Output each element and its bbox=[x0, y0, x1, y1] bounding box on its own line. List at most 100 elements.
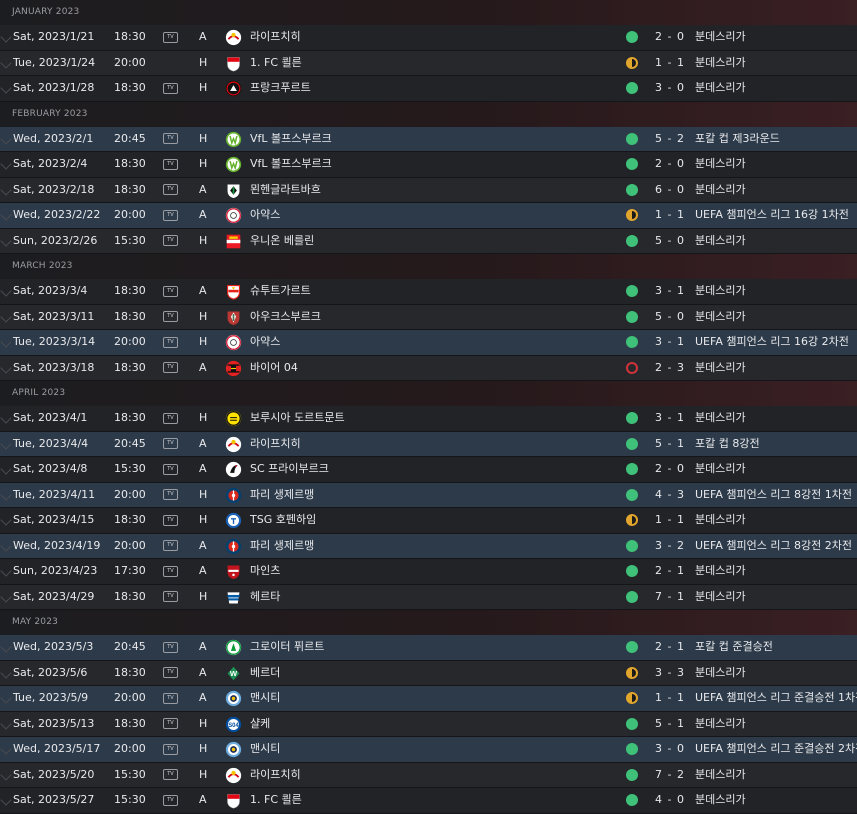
opponent-name[interactable]: 헤르타 bbox=[250, 585, 280, 609]
competition-name[interactable]: UEFA 챔피언스 리그 16강 2차전 bbox=[695, 330, 849, 354]
checkmark-icon bbox=[0, 692, 12, 704]
opponent-name[interactable]: 보루시아 도르트문트 bbox=[250, 406, 345, 430]
match-score: 3 - 1 bbox=[655, 411, 685, 424]
match-time: 18:30 bbox=[114, 182, 146, 196]
competition-name[interactable]: 분데스리가 bbox=[695, 585, 746, 609]
result-L-icon bbox=[626, 361, 638, 374]
opponent-name[interactable]: SC 프라이부르크 bbox=[250, 457, 329, 481]
match-score: 1 - 1 bbox=[655, 691, 685, 704]
fixture-row[interactable]: Tue, 2023/5/9 20:00 TV A 맨시티 1 - 1 UEFA 챔피언스 리… bbox=[0, 686, 857, 712]
opponent-name[interactable]: 아약스 bbox=[250, 203, 280, 227]
fixture-row[interactable]: Wed, 2023/4/19 20:00 TV A 파리 생제르맹 3 - 2 UEFA 챔… bbox=[0, 533, 857, 559]
venue-indicator: H bbox=[199, 767, 208, 781]
match-time: 18:30 bbox=[114, 411, 146, 424]
result-W-icon bbox=[626, 285, 638, 297]
tv-broadcast-icon: TV bbox=[163, 686, 178, 710]
competition-name[interactable]: 포칼 컵 8강전 bbox=[695, 432, 760, 456]
fixture-row[interactable]: Sat, 2023/2/4 18:30 TV H VfL 볼프스부르크 2 - 0 분데스리… bbox=[0, 152, 857, 178]
competition-name[interactable]: UEFA 챔피언스 리그 8강전 2차전 bbox=[695, 534, 852, 558]
competition-name[interactable]: 분데스리가 bbox=[695, 661, 746, 685]
fixture-row[interactable]: Tue, 2023/3/14 20:00 TV H 아약스 3 - 1 UEFA 챔피언스 … bbox=[0, 330, 857, 356]
fixture-row[interactable]: Sat, 2023/3/4 18:30 TV A 슈투트가르트 3 - 1 분데스리가 bbox=[0, 279, 857, 305]
fixture-row[interactable]: Wed, 2023/5/3 20:45 TV A 그로이터 퓌르트 2 - 1 포칼 컵 준… bbox=[0, 635, 857, 661]
fixture-row[interactable]: Wed, 2023/2/1 20:45 TV H VfL 볼프스부르크 5 - 2 포칼 컵… bbox=[0, 126, 857, 152]
fixture-row[interactable]: Sat, 2023/5/6 18:30 TV A W 베르더 3 - 3 분데스리가 bbox=[0, 660, 857, 686]
competition-name[interactable]: UEFA 챔피언스 리그 준결승전 1차전 bbox=[695, 686, 857, 710]
opponent-name[interactable]: 묀헨글라트바흐 bbox=[250, 178, 321, 202]
opponent-name[interactable]: 아약스 bbox=[250, 330, 280, 354]
fixture-row[interactable]: Sat, 2023/5/20 15:30 TV H 라이프치히 7 - 2 분데스리가 bbox=[0, 762, 857, 788]
opponent-name[interactable]: 맨시티 bbox=[250, 737, 280, 761]
fixture-row[interactable]: Sat, 2023/5/13 18:30 TV H S04 샬케 5 - 1 분데스리가 bbox=[0, 711, 857, 737]
competition-name[interactable]: 분데스리가 bbox=[695, 508, 746, 532]
competition-name[interactable]: 분데스리가 bbox=[695, 152, 746, 176]
opponent-name[interactable]: 슈투트가르트 bbox=[250, 279, 311, 303]
fixture-row[interactable]: Sat, 2023/3/11 18:30 TV H 아우크스부르크 5 - 0 분데스리가 bbox=[0, 304, 857, 330]
match-score: 3 - 0 bbox=[655, 81, 685, 94]
opponent-name[interactable]: 우니온 베를린 bbox=[250, 229, 314, 253]
fixture-row[interactable]: Tue, 2023/4/4 20:45 TV A 라이프치히 5 - 1 포칼 컵 8강전 bbox=[0, 431, 857, 457]
opponent-name[interactable]: 파리 생제르맹 bbox=[250, 483, 314, 507]
opponent-name[interactable]: 라이프치히 bbox=[250, 763, 301, 787]
competition-name[interactable]: UEFA 챔피언스 리그 16강 1차전 bbox=[695, 203, 849, 227]
competition-name[interactable]: 포칼 컵 제3라운드 bbox=[695, 127, 780, 151]
match-score: 3 - 2 bbox=[655, 538, 685, 552]
competition-name[interactable]: 분데스리가 bbox=[695, 406, 746, 430]
competition-name[interactable]: 분데스리가 bbox=[695, 559, 746, 583]
opponent-name[interactable]: 마인츠 bbox=[250, 559, 280, 583]
opponent-name[interactable]: 베르더 bbox=[250, 661, 280, 685]
competition-name[interactable]: 분데스리가 bbox=[695, 457, 746, 481]
competition-name[interactable]: 분데스리가 bbox=[695, 305, 746, 329]
opponent-name[interactable]: 라이프치히 bbox=[250, 432, 301, 456]
opponent-name[interactable]: TSG 호펜하임 bbox=[250, 508, 316, 532]
fixture-row[interactable]: Sat, 2023/4/15 18:30 TV H TSG 호펜하임 1 - 1 분데스리가 bbox=[0, 508, 857, 534]
opponent-name[interactable]: 라이프치히 bbox=[250, 25, 301, 49]
match-date: Sat, 2023/3/4 bbox=[13, 284, 88, 297]
match-score: 3 - 3 bbox=[655, 665, 685, 679]
fixture-row[interactable]: Sat, 2023/4/8 15:30 TV A SC 프라이부르크 2 - 0 분데스리가 bbox=[0, 457, 857, 483]
fixture-row[interactable]: Tue, 2023/1/24 20:00 H 1. FC 쾰른 1 - 1 분데스리가 bbox=[0, 50, 857, 76]
competition-name[interactable]: 분데스리가 bbox=[695, 763, 746, 787]
fixture-row[interactable]: Sun, 2023/2/26 15:30 TV H 우니온 베를린 5 - 0 분데스리가 bbox=[0, 228, 857, 254]
competition-name[interactable]: 분데스리가 bbox=[695, 178, 746, 202]
competition-name[interactable]: 분데스리가 bbox=[695, 51, 746, 75]
competition-name[interactable]: 분데스리가 bbox=[695, 788, 746, 812]
fixture-row[interactable]: Tue, 2023/4/11 20:00 TV H 파리 생제르맹 4 - 3 UEFA 챔… bbox=[0, 482, 857, 508]
fixture-row[interactable]: Sat, 2023/3/18 18:30 TV A 바이어 04 2 - 3 분데스리가 bbox=[0, 355, 857, 381]
competition-name[interactable]: UEFA 챔피언스 리그 8강전 1차전 bbox=[695, 483, 852, 507]
competition-name[interactable]: 분데스리가 bbox=[695, 279, 746, 303]
competition-name[interactable]: 분데스리가 bbox=[695, 356, 746, 380]
opponent-name[interactable]: 1. FC 쾰른 bbox=[250, 788, 302, 812]
fixture-row[interactable]: Sat, 2023/2/18 18:30 TV A 묀헨글라트바흐 6 - 0 분데스리가 bbox=[0, 177, 857, 203]
competition-name[interactable]: 분데스리가 bbox=[695, 712, 746, 736]
competition-name[interactable]: 분데스리가 bbox=[695, 229, 746, 253]
fixture-row[interactable]: Sat, 2023/1/28 18:30 TV H 프랑크푸르트 3 - 0 분데스리가 bbox=[0, 76, 857, 102]
competition-name[interactable]: 분데스리가 bbox=[695, 25, 746, 49]
opponent-name[interactable]: VfL 볼프스부르크 bbox=[250, 127, 332, 151]
checkmark-icon bbox=[0, 132, 12, 145]
fixture-row[interactable]: Sat, 2023/4/1 18:30 TV H 보루시아 도르트문트 3 - 1 분데스리… bbox=[0, 406, 857, 432]
venue-indicator: H bbox=[199, 55, 208, 69]
competition-name[interactable]: UEFA 챔피언스 리그 준결승전 2차전 bbox=[695, 737, 857, 761]
tv-broadcast-icon: TV bbox=[163, 305, 178, 329]
svg-text:W: W bbox=[230, 669, 238, 678]
fixture-row[interactable]: Wed, 2023/2/22 20:00 TV A 아약스 1 - 1 UEFA 챔피언스 … bbox=[0, 203, 857, 229]
opponent-name[interactable]: 1. FC 쾰른 bbox=[250, 51, 302, 75]
match-score: 5 - 1 bbox=[655, 716, 685, 730]
opponent-name[interactable]: 아우크스부르크 bbox=[250, 305, 321, 329]
opponent-name[interactable]: 프랑크푸르트 bbox=[250, 76, 311, 100]
opponent-name[interactable]: 그로이터 퓌르트 bbox=[250, 635, 324, 659]
fixture-row[interactable]: Sat, 2023/4/29 18:30 TV H 헤르타 7 - 1 분데스리가 bbox=[0, 584, 857, 610]
fixture-row[interactable]: Sat, 2023/1/21 18:30 TV A 라이프치히 2 - 0 분데스리가 bbox=[0, 25, 857, 51]
opponent-name[interactable]: 바이어 04 bbox=[250, 356, 298, 380]
fixture-row[interactable]: Wed, 2023/5/17 20:00 TV H 맨시티 3 - 0 UEFA 챔피언스 … bbox=[0, 737, 857, 763]
opponent-name[interactable]: 샬케 bbox=[250, 712, 270, 736]
koln-crest-icon bbox=[225, 55, 242, 72]
fixture-row[interactable]: Sat, 2023/5/27 15:30 TV A 1. FC 쾰른 4 - 0 분데스리가 bbox=[0, 788, 857, 814]
competition-name[interactable]: 분데스리가 bbox=[695, 76, 746, 100]
opponent-name[interactable]: VfL 볼프스부르크 bbox=[250, 152, 332, 176]
competition-name[interactable]: 포칼 컵 준결승전 bbox=[695, 635, 773, 659]
opponent-name[interactable]: 맨시티 bbox=[250, 686, 280, 710]
fixture-row[interactable]: Sun, 2023/4/23 17:30 TV A 마인츠 2 - 1 분데스리가 bbox=[0, 559, 857, 585]
opponent-name[interactable]: 파리 생제르맹 bbox=[250, 534, 314, 558]
